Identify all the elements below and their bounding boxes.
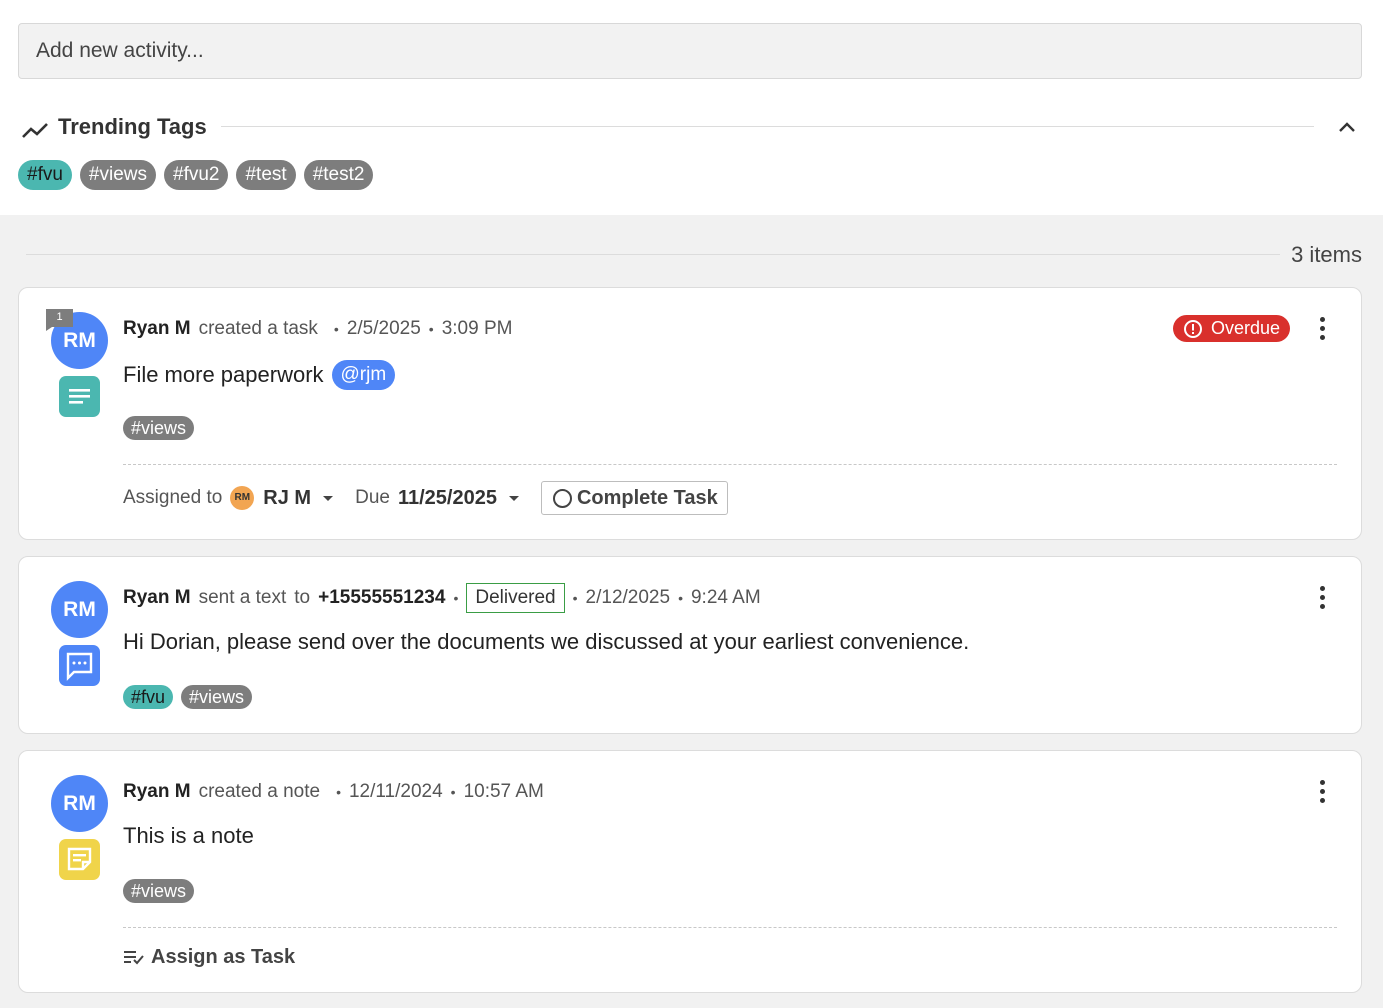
tag-chip[interactable]: #test2	[303, 160, 374, 190]
tag-chip[interactable]: #views	[123, 879, 195, 903]
more-vert-icon[interactable]	[1317, 585, 1327, 611]
activity-text: File more paperwork	[123, 362, 324, 387]
more-vert-icon[interactable]	[1317, 779, 1327, 805]
activity-card-text: RM Ryan M sent a text to +15555551234 • …	[18, 556, 1362, 734]
tag-chip[interactable]: #fvu	[18, 160, 72, 190]
item-count: 3 items	[1291, 242, 1362, 267]
activity-text: This is a note	[123, 823, 254, 848]
separator-dot: •	[428, 321, 434, 337]
assigned-label: Assigned to	[123, 487, 223, 508]
activity-date: 2/5/2025	[346, 318, 421, 339]
activity-tags: #fvu #views	[123, 685, 253, 709]
activity-feed: 3 items RM 1 Ryan M created a task • 2/5…	[0, 215, 1383, 1008]
note-icon	[59, 839, 100, 880]
tag-chip[interactable]: #fvu2	[164, 160, 229, 190]
chat-icon	[59, 645, 100, 686]
tag-chip[interactable]: #views	[79, 160, 156, 190]
status-label: Overdue	[1210, 318, 1280, 338]
activity-time: 9:24 AM	[690, 587, 761, 608]
due-label: Due	[355, 487, 390, 508]
activity-time: 3:09 PM	[441, 318, 513, 339]
assign-as-task-button[interactable]: Assign as Task	[123, 941, 295, 973]
comment-count: 1	[56, 311, 63, 323]
chevron-up-icon[interactable]	[1336, 116, 1358, 138]
chevron-down-icon[interactable]	[508, 495, 519, 501]
activity-time: 10:57 AM	[463, 781, 544, 802]
trending-up-icon	[22, 123, 48, 138]
chevron-down-icon[interactable]	[323, 495, 334, 501]
due-date-dropdown[interactable]: 11/25/2025	[398, 487, 497, 510]
activity-tags: #views	[123, 416, 195, 440]
assignee-dropdown[interactable]: RJ M	[263, 487, 311, 510]
divider	[221, 126, 1314, 127]
avatar: RM	[51, 581, 108, 638]
activity-text: Hi Dorian, please send over the document…	[123, 629, 970, 654]
complete-task-label: Complete Task	[576, 486, 718, 509]
playlist-check-icon	[124, 951, 144, 965]
author-name[interactable]: Ryan M	[123, 781, 191, 803]
activity-meta: Ryan M sent a text to +15555551234 • Del…	[123, 582, 761, 614]
activity-date: 12/11/2024	[348, 781, 443, 802]
divider	[123, 464, 1337, 465]
alert-circle-icon	[1183, 319, 1202, 338]
delivery-status-badge: Delivered	[466, 583, 565, 613]
separator-dot: •	[336, 784, 341, 800]
activity-verb: sent a text	[198, 587, 287, 608]
activity-card-note: RM Ryan M created a note • 12/11/2024 • …	[18, 750, 1362, 993]
activity-card-task: RM 1 Ryan M created a task • 2/5/2025 • …	[18, 287, 1362, 540]
more-vert-icon[interactable]	[1317, 316, 1327, 342]
tag-chip[interactable]: #fvu	[123, 685, 174, 709]
separator-dot: •	[333, 321, 339, 337]
activity-body: File more paperwork @rjm	[123, 360, 396, 390]
separator-dot: •	[678, 590, 683, 606]
activity-body: Hi Dorian, please send over the document…	[123, 629, 969, 655]
activity-tags: #views	[123, 879, 195, 903]
tag-chip[interactable]: #test	[236, 160, 296, 190]
phone-number[interactable]: +15555551234	[318, 587, 445, 609]
activity-body: This is a note	[123, 823, 254, 849]
author-name[interactable]: Ryan M	[123, 587, 191, 609]
separator-dot: •	[572, 590, 578, 606]
divider	[123, 927, 1337, 928]
to-label: to	[294, 587, 311, 608]
status-badge-overdue: Overdue	[1172, 315, 1290, 342]
avatar: RM	[51, 775, 108, 832]
activity-verb: created a task	[198, 318, 318, 339]
activity-date: 2/12/2025	[585, 587, 671, 608]
tag-chip[interactable]: #views	[181, 685, 253, 709]
trending-tags-title: Trending Tags	[58, 114, 207, 139]
separator-dot: •	[450, 784, 456, 800]
activity-meta: Ryan M created a task • 2/5/2025 • 3:09 …	[123, 313, 512, 345]
author-name[interactable]: Ryan M	[123, 318, 191, 340]
circle-icon	[552, 488, 572, 508]
comment-icon[interactable]: 1	[46, 309, 73, 331]
trending-tags-list: #fvu #views #fvu2 #test #test2	[18, 160, 374, 190]
trending-tags-header[interactable]: Trending Tags	[18, 110, 1362, 146]
assignee-avatar: RM	[230, 486, 255, 510]
mention-chip[interactable]: @rjm	[331, 360, 396, 390]
activity-meta: Ryan M created a note • 12/11/2024 • 10:…	[123, 776, 544, 808]
activity-verb: created a note	[198, 781, 321, 802]
task-assignment-row: Assigned to RM RJ M Due 11/25/2025 Compl…	[123, 481, 728, 515]
divider	[26, 254, 1280, 255]
complete-task-button[interactable]: Complete Task	[540, 481, 728, 515]
top-panel: Add new activity... Trending Tags #fvu #…	[0, 0, 1383, 215]
task-icon	[59, 376, 100, 417]
separator-dot: •	[453, 590, 459, 606]
assign-as-task-label: Assign as Task	[151, 945, 296, 968]
tag-chip[interactable]: #views	[123, 416, 195, 440]
add-activity-input[interactable]: Add new activity...	[18, 23, 1362, 79]
